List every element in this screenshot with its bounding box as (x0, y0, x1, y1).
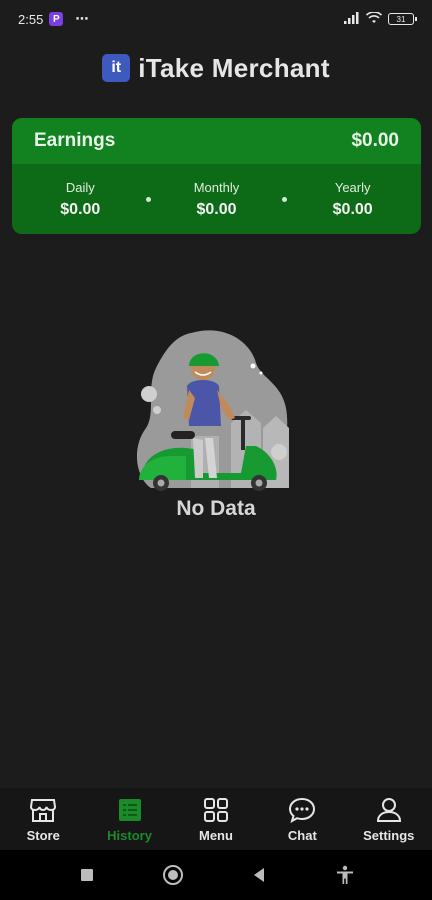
earnings-yearly: Yearly $0.00 (298, 180, 408, 219)
signal-icon (344, 11, 360, 27)
earnings-daily: Daily $0.00 (25, 180, 135, 219)
nav-item-settings[interactable]: Settings (346, 796, 432, 843)
earnings-yearly-value: $0.00 (332, 200, 373, 218)
history-icon (115, 796, 145, 824)
earnings-monthly-value: $0.00 (196, 200, 237, 218)
user-icon (374, 796, 404, 824)
separator-dot (145, 196, 151, 202)
nav-item-store[interactable]: Store (0, 796, 86, 843)
recent-apps-icon[interactable] (76, 864, 98, 886)
nav-item-menu[interactable]: Menu (173, 796, 259, 843)
status-bar: 2:55 P ⋯ 31 (0, 0, 432, 38)
earnings-yearly-label: Yearly (334, 179, 371, 195)
no-data-message: No Data (176, 497, 256, 520)
empty-state: No Data (0, 328, 432, 521)
wifi-icon (365, 10, 383, 27)
earnings-label: Earnings (34, 130, 116, 151)
earnings-monthly-label: Monthly (193, 179, 240, 195)
earnings-card[interactable]: Earnings $0.00 Daily $0.00 Monthly $0.00… (12, 118, 421, 234)
earnings-monthly: Monthly $0.00 (161, 180, 271, 219)
app-screen: 2:55 P ⋯ 31 it iTake Merchant Earnings $… (0, 0, 432, 900)
nav-label-store: Store (26, 827, 60, 843)
earnings-periods: Daily $0.00 Monthly $0.00 Yearly $0.00 (12, 164, 421, 234)
accessibility-icon[interactable] (334, 864, 356, 886)
app-logo: it (102, 54, 131, 82)
separator-dot (282, 196, 288, 202)
status-bar-left: 2:55 P ⋯ (18, 11, 89, 27)
delivery-rider-illustration (136, 330, 289, 491)
back-icon[interactable] (248, 864, 270, 886)
app-header: it iTake Merchant (0, 48, 432, 88)
notification-app-icon: P (49, 12, 64, 26)
nav-item-history[interactable]: History (87, 796, 173, 843)
nav-label-chat: Chat (287, 827, 317, 843)
nav-item-chat[interactable]: Chat (259, 796, 345, 843)
nav-label-history: History (107, 827, 152, 843)
chat-icon (287, 796, 317, 824)
system-nav-bar (0, 850, 432, 900)
earnings-daily-label: Daily (65, 179, 95, 195)
status-bar-right: 31 (344, 10, 417, 27)
home-icon[interactable] (162, 864, 184, 886)
bottom-nav: Store History Menu Chat Settings (0, 788, 432, 850)
earnings-daily-value: $0.00 (60, 200, 101, 218)
app-title: iTake Merchant (138, 52, 330, 83)
store-icon (28, 796, 58, 824)
nav-label-settings: Settings (363, 827, 415, 843)
status-time: 2:55 (18, 11, 44, 27)
earnings-summary: Earnings $0.00 (12, 118, 421, 164)
menu-grid-icon (201, 796, 231, 824)
nav-label-menu: Menu (198, 827, 233, 843)
battery-icon: 31 (388, 13, 417, 25)
earnings-total: $0.00 (351, 130, 399, 151)
more-notifications-icon: ⋯ (75, 11, 90, 26)
